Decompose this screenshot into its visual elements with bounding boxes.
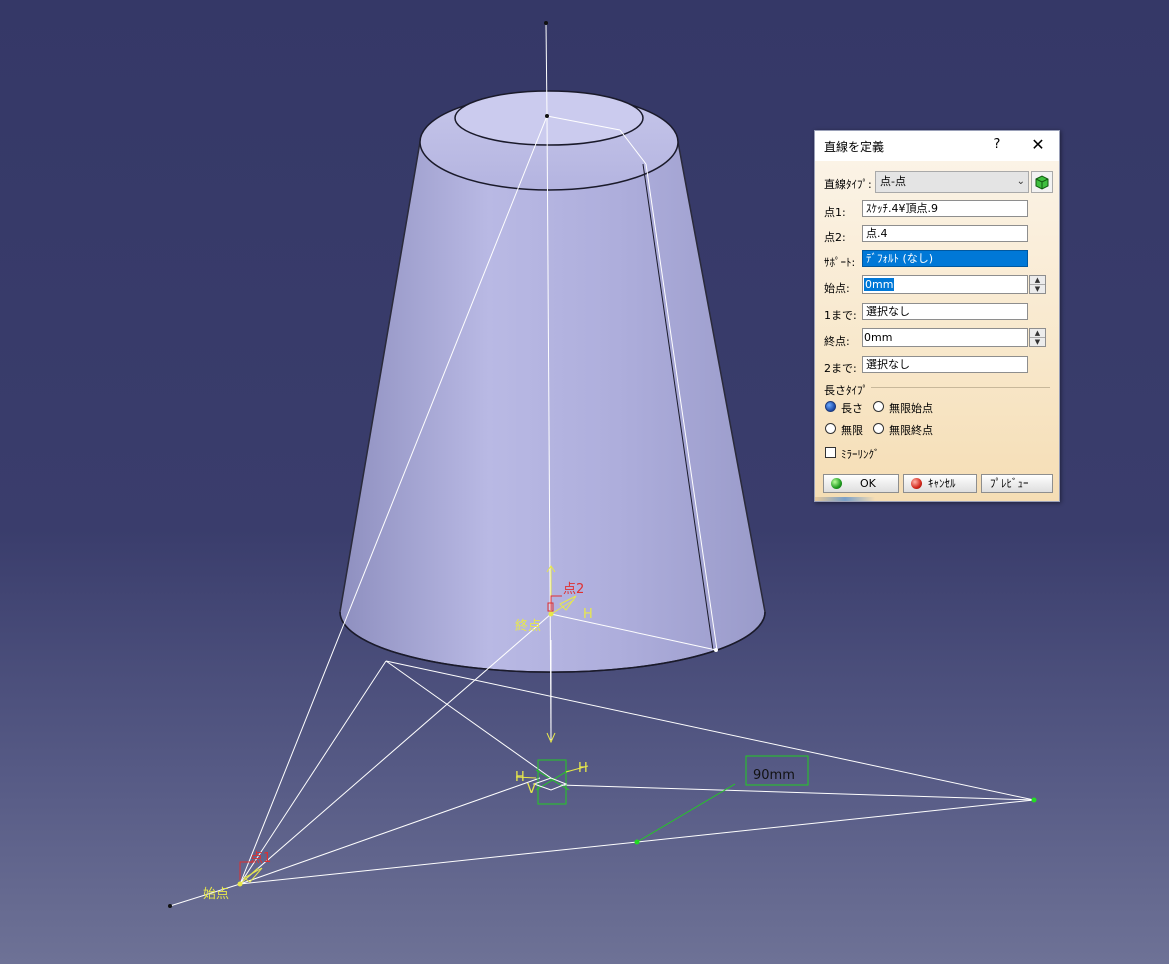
start-value-text: 0mm <box>864 278 895 291</box>
h-top-label: H <box>583 607 593 622</box>
h-left-label: H <box>515 770 525 785</box>
dialog-body: 直線ﾀｲﾌﾟ: 点-点 ⌄ 点1: ｽｹｯﾁ.4¥頂点.9 点2: 点.4 ｻﾎ… <box>815 161 1059 501</box>
radio-length-label: 長さ <box>841 402 863 415</box>
cone-solid[interactable] <box>339 90 766 673</box>
radio-infinite-start-label: 無限始点 <box>889 402 933 415</box>
spin-up-icon[interactable]: ▲ <box>1030 329 1045 338</box>
spin-down-icon[interactable]: ▼ <box>1030 285 1045 293</box>
dialog-titlebar[interactable]: 直線を定義 ? ✕ <box>815 131 1059 159</box>
close-button[interactable]: ✕ <box>1027 135 1049 155</box>
radio-infinite[interactable] <box>825 423 836 434</box>
define-line-dialog[interactable]: 直線を定義 ? ✕ 直線ﾀｲﾌﾟ: 点-点 ⌄ 点1: ｽｹｯﾁ.4¥頂点.9 … <box>814 130 1060 502</box>
start-label: 始点 <box>203 887 229 902</box>
line-type-label: 直線ﾀｲﾌﾟ: <box>824 178 872 191</box>
dialog-decoration <box>815 497 875 501</box>
radio-infinite-end-label: 無限終点 <box>889 424 933 437</box>
upto1-label: 1まで: <box>824 309 857 322</box>
v-center-label: V <box>527 782 536 797</box>
support-label: ｻﾎﾟｰﾄ: <box>824 256 856 269</box>
spin-down-icon[interactable]: ▼ <box>1030 338 1045 346</box>
dimension-constraint[interactable]: 90mm <box>636 755 809 843</box>
start-value-input[interactable]: 0mm <box>862 275 1028 294</box>
support-field[interactable]: ﾃﾞﾌｫﾙﾄ (なし) <box>862 250 1028 267</box>
upto2-field[interactable]: 選択なし <box>862 356 1028 373</box>
group-separator <box>871 387 1050 388</box>
ok-label: OK <box>860 477 876 490</box>
upto2-label: 2まで: <box>824 362 857 375</box>
line-type-select[interactable]: 点-点 ⌄ <box>875 171 1029 193</box>
chevron-down-icon: ⌄ <box>1016 176 1025 187</box>
ok-button[interactable]: OK <box>823 474 899 493</box>
radio-length[interactable] <box>825 401 836 412</box>
mirroring-label: ﾐﾗｰﾘﾝｸﾞ <box>841 448 880 461</box>
cancel-label: ｷｬﾝｾﾙ <box>928 477 956 490</box>
spin-up-icon[interactable]: ▲ <box>1030 276 1045 285</box>
point2-field-label: 点2: <box>824 231 846 244</box>
end-label: 終点 <box>515 618 541 634</box>
point2-label: 点2 <box>563 582 584 597</box>
start-field-label: 始点: <box>824 282 850 295</box>
line-type-value: 点-点 <box>880 175 906 188</box>
dimension-label: 90mm <box>753 768 795 783</box>
cancel-icon <box>911 478 922 489</box>
preview-label: ﾌﾟﾚﾋﾞｭｰ <box>990 477 1029 490</box>
preview-button[interactable]: ﾌﾟﾚﾋﾞｭｰ <box>981 474 1053 493</box>
cone-top-inner-ring[interactable] <box>454 90 644 146</box>
length-type-label: 長さﾀｲﾌﾟ <box>824 384 868 397</box>
upto1-field[interactable]: 選択なし <box>862 303 1028 320</box>
point1-label: 点1 <box>250 851 271 866</box>
help-button[interactable]: ? <box>987 135 1007 155</box>
point1-field[interactable]: ｽｹｯﾁ.4¥頂点.9 <box>862 200 1028 217</box>
dialog-title: 直線を定義 <box>824 140 885 154</box>
radio-infinite-label: 無限 <box>841 424 863 437</box>
end-spinner[interactable]: ▲ ▼ <box>1029 328 1046 347</box>
mirroring-checkbox[interactable] <box>825 447 836 458</box>
start-spinner[interactable]: ▲ ▼ <box>1029 275 1046 294</box>
point1-field-label: 点1: <box>824 206 846 219</box>
ok-icon <box>831 478 842 489</box>
h-right-label: H <box>578 761 588 776</box>
cancel-button[interactable]: ｷｬﾝｾﾙ <box>903 474 977 493</box>
cube-icon[interactable] <box>1031 171 1053 193</box>
end-value-input[interactable]: 0mm <box>862 328 1028 347</box>
radio-infinite-start[interactable] <box>873 401 884 412</box>
point2-field[interactable]: 点.4 <box>862 225 1028 242</box>
radio-infinite-end[interactable] <box>873 423 884 434</box>
end-field-label: 終点: <box>824 335 850 348</box>
